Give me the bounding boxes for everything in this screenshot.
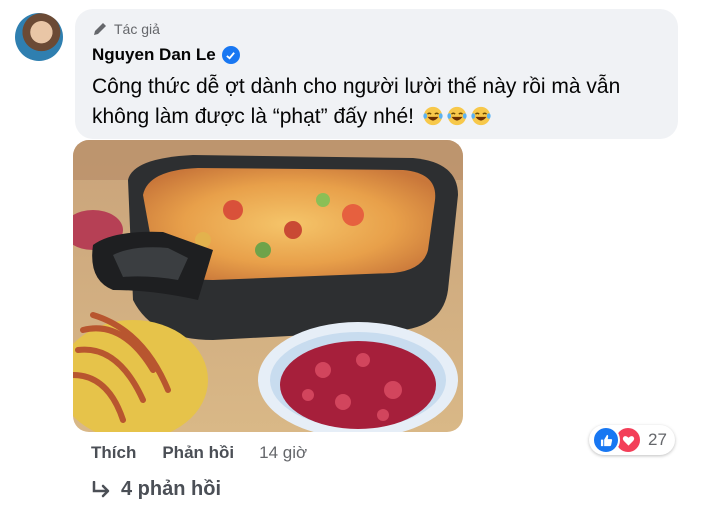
author-badge: Tác giả xyxy=(92,21,160,37)
emoji-group xyxy=(420,105,492,128)
replies-label: 4 phản hồi xyxy=(121,478,221,500)
reaction-count: 27 xyxy=(648,430,667,449)
author-avatar[interactable] xyxy=(15,13,63,61)
view-replies-link[interactable]: 4 phản hồi xyxy=(91,478,221,501)
like-button[interactable]: Thích xyxy=(91,443,136,463)
laughing-tears-emoji-icon xyxy=(447,106,467,126)
author-badge-label: Tác giả xyxy=(114,21,160,37)
comment-bubble: Tác giả Nguyen Dan Le Công thức dễ ợt dà… xyxy=(75,9,678,139)
comment-timestamp[interactable]: 14 giờ xyxy=(259,443,307,463)
reply-arrow-icon xyxy=(92,480,110,497)
comment-text: Công thức dễ ợt dành cho người lười thế … xyxy=(92,72,672,132)
comment-body: Công thức dễ ợt dành cho người lười thế … xyxy=(92,75,621,128)
verified-badge-icon xyxy=(221,46,240,64)
laughing-tears-emoji-icon xyxy=(423,106,443,126)
author-name: Nguyen Dan Le xyxy=(92,45,216,64)
comment-actions: Thích Phản hồi 14 giờ xyxy=(91,443,307,463)
author-name-link[interactable]: Nguyen Dan Le xyxy=(92,45,240,65)
laughing-tears-emoji-icon xyxy=(471,106,491,126)
pencil-icon xyxy=(94,23,106,35)
reply-button[interactable]: Phản hồi xyxy=(162,443,234,463)
like-reaction-icon xyxy=(592,426,620,454)
reaction-summary[interactable]: 27 xyxy=(589,425,675,455)
comment-photo[interactable] xyxy=(73,140,463,432)
